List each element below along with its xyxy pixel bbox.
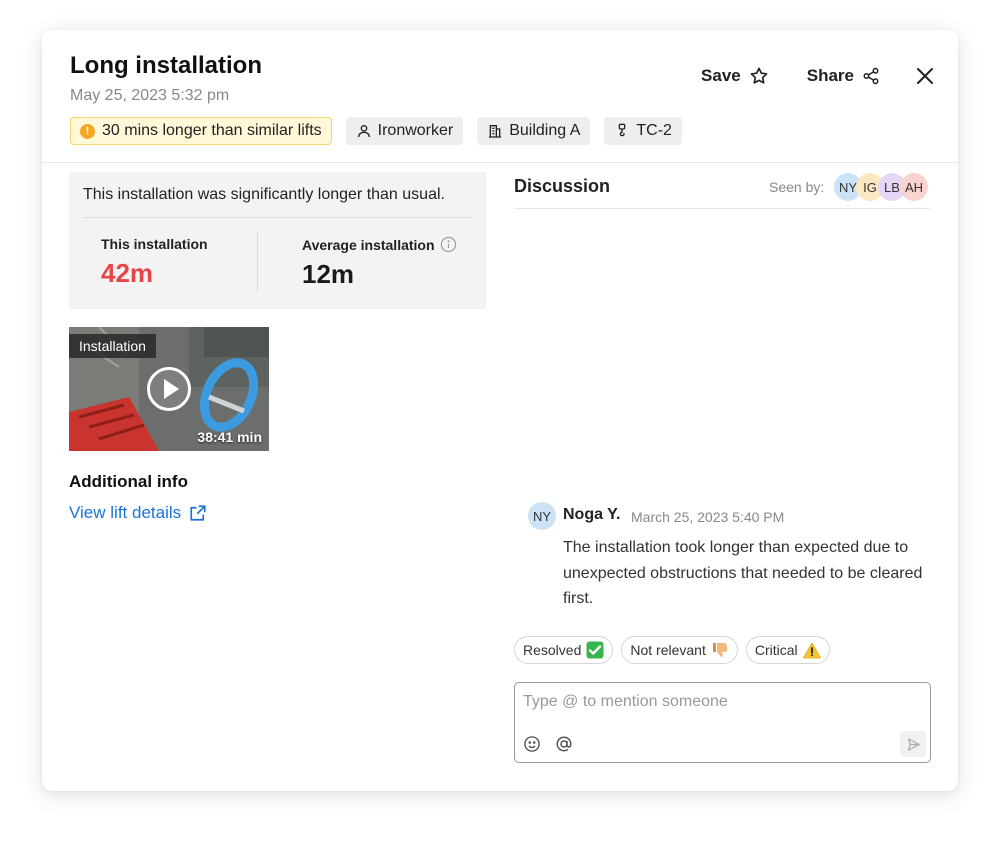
avatar: AH bbox=[900, 173, 928, 201]
installation-summary: This installation was significantly long… bbox=[69, 172, 486, 309]
tag-label: 30 mins longer than similar lifts bbox=[102, 122, 322, 140]
reaction-list: Resolved Not relevant Critical bbox=[514, 636, 838, 664]
comment-body: The installation took longer than expect… bbox=[563, 535, 933, 612]
seen-by-label: Seen by: bbox=[769, 179, 824, 195]
average-installation-label: Average installation bbox=[302, 237, 435, 253]
lift-details-modal: Long installation May 25, 2023 5:32 pm S… bbox=[42, 30, 958, 791]
mention-button[interactable] bbox=[555, 735, 573, 753]
reaction-label: Not relevant bbox=[630, 642, 705, 658]
play-icon[interactable] bbox=[146, 366, 192, 412]
video-duration: 38:41 min bbox=[197, 429, 262, 445]
tag-label: Ironworker bbox=[378, 122, 454, 140]
view-lift-details-link[interactable]: View lift details bbox=[69, 503, 207, 523]
warning-emoji-icon bbox=[803, 642, 821, 659]
close-button[interactable] bbox=[916, 67, 934, 85]
at-sign-icon bbox=[555, 735, 573, 753]
reaction-label: Critical bbox=[755, 642, 798, 658]
this-installation-stat: This installation 42m bbox=[101, 236, 208, 289]
person-icon bbox=[356, 123, 372, 139]
close-icon bbox=[916, 67, 934, 85]
external-link-icon bbox=[189, 504, 207, 522]
this-installation-label: This installation bbox=[101, 236, 208, 252]
tag-role: Ironworker bbox=[346, 117, 464, 145]
summary-divider bbox=[83, 217, 472, 218]
send-icon bbox=[906, 737, 921, 752]
tag-label: TC-2 bbox=[636, 122, 672, 140]
emoji-button[interactable] bbox=[523, 735, 541, 753]
reaction-critical-button[interactable]: Critical bbox=[746, 636, 830, 664]
discussion-heading: Discussion bbox=[514, 176, 610, 197]
view-lift-details-label: View lift details bbox=[69, 503, 181, 523]
comment-input[interactable] bbox=[523, 691, 918, 713]
comment-author-avatar: NY bbox=[528, 502, 556, 530]
seen-by-avatars: NY IG LB AH bbox=[834, 173, 922, 201]
building-icon bbox=[487, 123, 503, 139]
reaction-resolved-button[interactable]: Resolved bbox=[514, 636, 613, 664]
summary-message: This installation was significantly long… bbox=[83, 186, 445, 204]
page-title: Long installation bbox=[70, 52, 262, 80]
composer-tools bbox=[523, 735, 587, 753]
this-installation-value: 42m bbox=[101, 258, 208, 289]
share-icon bbox=[862, 67, 880, 85]
info-icon[interactable] bbox=[440, 236, 457, 253]
tag-duration-warning: ! 30 mins longer than similar lifts bbox=[70, 117, 332, 145]
comment-timestamp: March 25, 2023 5:40 PM bbox=[631, 509, 784, 525]
installation-video-thumbnail[interactable]: Installation 38:41 min bbox=[69, 327, 269, 451]
check-box-emoji-icon bbox=[586, 641, 604, 659]
tag-crane: TC-2 bbox=[604, 117, 682, 145]
comment-composer bbox=[514, 682, 931, 763]
tag-list: ! 30 mins longer than similar lifts Iron… bbox=[70, 117, 696, 145]
stat-separator bbox=[257, 232, 258, 292]
average-installation-label-row: Average installation bbox=[302, 236, 457, 253]
smiley-icon bbox=[523, 735, 541, 753]
share-label: Share bbox=[807, 66, 854, 86]
discussion-divider bbox=[514, 208, 930, 209]
video-label: Installation bbox=[69, 334, 156, 358]
header-divider bbox=[42, 162, 958, 163]
star-icon bbox=[749, 66, 769, 86]
warning-icon: ! bbox=[80, 124, 95, 139]
reaction-not-relevant-button[interactable]: Not relevant bbox=[621, 636, 737, 664]
save-label: Save bbox=[701, 66, 741, 86]
reaction-label: Resolved bbox=[523, 642, 581, 658]
average-installation-stat: Average installation 12m bbox=[302, 236, 457, 290]
average-installation-value: 12m bbox=[302, 259, 457, 290]
crane-hook-icon bbox=[614, 123, 630, 139]
save-button[interactable]: Save bbox=[701, 66, 769, 86]
share-button[interactable]: Share bbox=[807, 66, 880, 86]
thumbs-down-emoji-icon bbox=[711, 641, 729, 659]
tag-label: Building A bbox=[509, 122, 580, 140]
additional-info-heading: Additional info bbox=[69, 472, 188, 492]
page-subtitle-date: May 25, 2023 5:32 pm bbox=[70, 87, 229, 105]
header-actions: Save Share bbox=[663, 66, 934, 86]
comment-author-name: Noga Y. bbox=[563, 506, 621, 524]
tag-building: Building A bbox=[477, 117, 590, 145]
send-button[interactable] bbox=[900, 731, 926, 757]
